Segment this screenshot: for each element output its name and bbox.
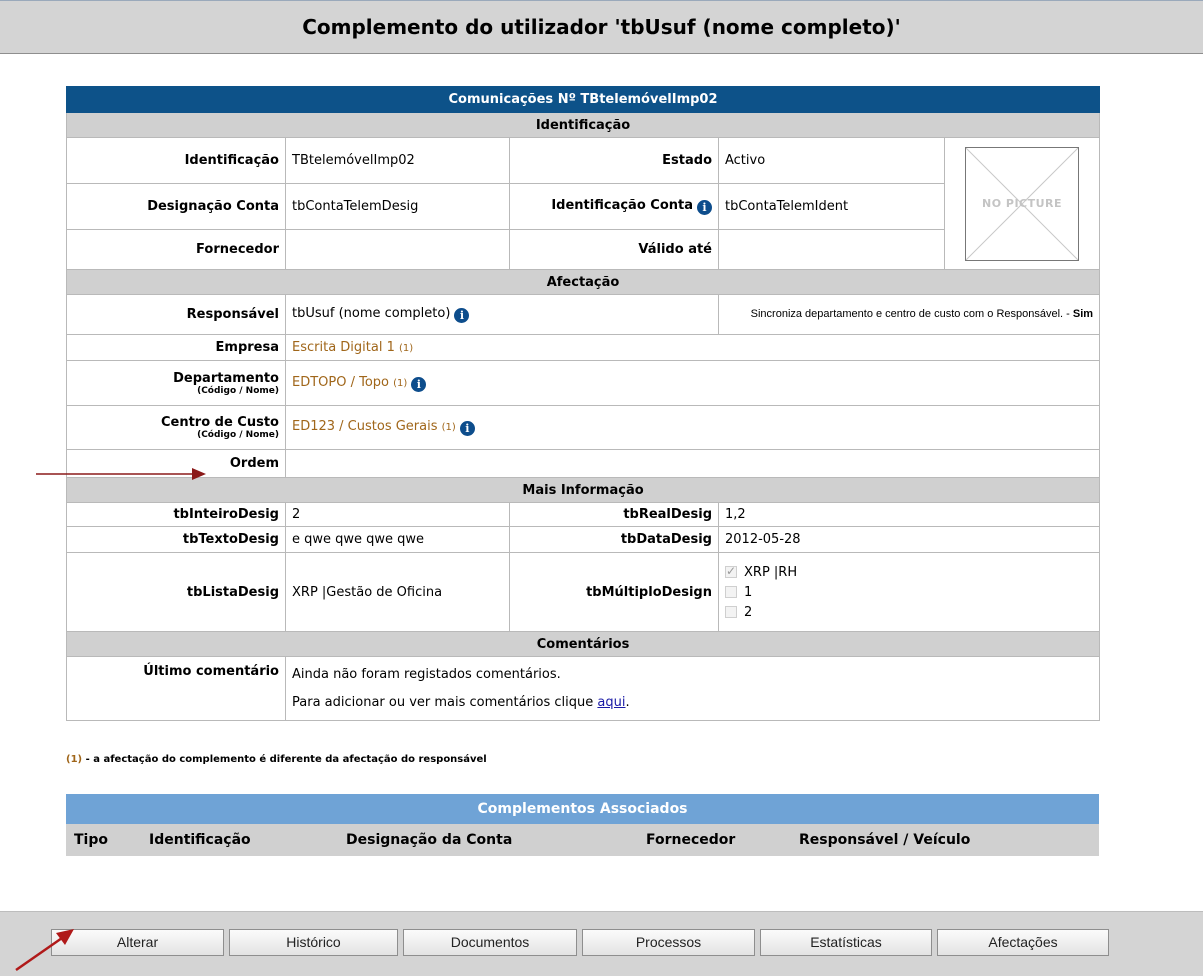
fornecedor-label: Fornecedor [66, 229, 286, 270]
fornecedor-value [285, 229, 510, 270]
identificacao-conta-label-cell: Identificação Conta i [509, 183, 719, 230]
section-afectacao: Afectação [65, 269, 1101, 295]
designacao-conta-value: tbContaTelemDesig [285, 183, 510, 230]
associated-title: Complementos Associados [66, 794, 1100, 824]
tbmultiplo-options: XRP |RH 1 2 [717, 552, 1101, 632]
multiplo-option-label: 2 [744, 604, 753, 620]
footnote: (1) - a afectação do complemento é difer… [66, 754, 487, 765]
estado-label: Estado [509, 137, 719, 184]
centro-custo-note: (1) [441, 422, 456, 433]
checkbox[interactable] [725, 606, 737, 618]
comentarios-cell: Ainda não foram registados comentários. … [284, 656, 1101, 721]
centro-custo-label: Centro de Custo [160, 415, 279, 430]
tbtexto-value: e qwe qwe qwe qwe [285, 526, 510, 553]
documentos-button[interactable]: Documentos [403, 929, 577, 956]
associated-complements-table: Complementos Associados Tipo Identificaç… [66, 794, 1100, 856]
departamento-value: EDTOPO / Topo [292, 374, 390, 390]
responsavel-value: tbUsuf (nome completo) [292, 306, 451, 321]
tbinteiro-value: 2 [285, 502, 510, 527]
action-button-bar: Alterar Histórico Documentos Processos E… [0, 911, 1203, 976]
add-comments-line: Para adicionar ou ver mais comentários c… [292, 689, 1093, 717]
empresa-note: (1) [399, 343, 414, 354]
footnote-text: - a afectação do complemento é diferente… [85, 754, 487, 765]
identificacao-conta-value: tbContaTelemIdent [718, 183, 945, 230]
multiplo-option: XRP |RH [725, 562, 1093, 582]
checkbox[interactable] [725, 586, 737, 598]
identificacao-conta-label: Identificação Conta [551, 198, 693, 213]
no-picture-text: NO PICTURE [982, 196, 1063, 210]
tblista-value: XRP |Gestão de Oficina [285, 552, 510, 632]
multiplo-option-label: XRP |RH [744, 564, 798, 580]
col-fornecedor[interactable]: Fornecedor [621, 824, 789, 856]
add-comments-prefix: Para adicionar ou ver mais comentários c… [292, 694, 594, 710]
tbdata-label: tbDataDesig [509, 526, 719, 553]
section-identificacao: Identificação [65, 112, 1101, 138]
info-icon[interactable]: i [411, 376, 427, 392]
col-designacao-conta[interactable]: Designação da Conta [331, 824, 621, 856]
afectacoes-button[interactable]: Afectações [937, 929, 1109, 956]
multiplo-option: 1 [725, 582, 1093, 602]
no-comments-text: Ainda não foram registados comentários. [292, 666, 561, 682]
no-picture-placeholder: NO PICTURE [965, 146, 1080, 261]
info-icon[interactable]: i [697, 200, 712, 215]
footnote-number: (1) [66, 754, 83, 765]
card-title: Comunicações Nº TBtelemóvelImp02 [65, 86, 1101, 113]
estatisticas-button[interactable]: Estatísticas [760, 929, 932, 956]
tbreal-label: tbRealDesig [509, 502, 719, 527]
historico-button[interactable]: Histórico [229, 929, 398, 956]
departamento-sublabel: (Código / Nome) [197, 385, 279, 396]
info-icon[interactable]: i [454, 308, 470, 323]
processos-button[interactable]: Processos [582, 929, 755, 956]
tbreal-value: 1,2 [717, 502, 1101, 527]
section-comentarios: Comentários [65, 631, 1101, 657]
centro-custo-value-cell: ED123 / Custos Gerais (1) i [284, 405, 1101, 450]
multiplo-option-label: 1 [744, 584, 753, 600]
col-responsavel-veiculo[interactable]: Responsável / Veículo [789, 824, 1100, 856]
empresa-value: Escrita Digital 1 [292, 340, 395, 355]
col-tipo[interactable]: Tipo [66, 824, 141, 856]
ultimo-comentario-label: Último comentário [66, 656, 286, 721]
sync-text: Sincroniza departamento e centro de cust… [750, 308, 1070, 320]
departamento-label: Departamento [173, 370, 279, 386]
ordem-value [284, 449, 1101, 478]
info-icon[interactable]: i [459, 421, 475, 436]
designacao-conta-label: Designação Conta [66, 183, 286, 230]
picture-cell: NO PICTURE [943, 137, 1101, 270]
estado-value: Activo [718, 137, 945, 184]
identificacao-value: TBtelemóvelImp02 [285, 137, 510, 184]
comments-link[interactable]: aqui [597, 695, 625, 710]
tbtexto-label: tbTextoDesig [66, 526, 286, 553]
empresa-value-cell: Escrita Digital 1 (1) [284, 334, 1101, 361]
sync-value: Sim [1072, 308, 1094, 320]
tbinteiro-label: tbInteiroDesig [66, 502, 286, 527]
departamento-note: (1) [393, 377, 408, 389]
responsavel-value-cell: tbUsuf (nome completo) i [285, 294, 719, 335]
tbmultiplo-label: tbMúltiploDesign [509, 552, 719, 632]
add-comments-suffix: . [625, 694, 630, 710]
page-title: Complemento do utilizador 'tbUsuf (nome … [0, 0, 1203, 54]
multiplo-option: 2 [725, 602, 1093, 622]
centro-custo-sublabel: (Código / Nome) [197, 430, 279, 440]
annotation-arrow-alterar [15, 929, 74, 972]
section-mais-informacao: Mais Informação [65, 477, 1101, 503]
annotation-arrow-ordem [36, 468, 206, 480]
centro-custo-value: ED123 / Custos Gerais [292, 419, 438, 434]
departamento-value-cell: EDTOPO / Topo (1) i [284, 360, 1101, 406]
tblista-label: tbListaDesig [66, 552, 286, 632]
valido-ate-value [718, 229, 945, 270]
col-identificacao[interactable]: Identificação [141, 824, 331, 856]
complement-details-table: Comunicações Nº TBtelemóvelImp02 Identif… [65, 86, 1101, 721]
checkbox-checked[interactable] [725, 564, 737, 578]
sync-cell: Sincroniza departamento e centro de cust… [717, 294, 1101, 335]
identificacao-label: Identificação [66, 137, 286, 184]
departamento-label-cell: Departamento (Código / Nome) [66, 360, 286, 406]
valido-ate-label: Válido até [509, 229, 719, 270]
centro-custo-label-cell: Centro de Custo (Código / Nome) [66, 405, 286, 450]
empresa-label: Empresa [66, 334, 286, 361]
responsavel-label: Responsável [66, 294, 286, 335]
tbdata-value: 2012-05-28 [717, 526, 1101, 553]
